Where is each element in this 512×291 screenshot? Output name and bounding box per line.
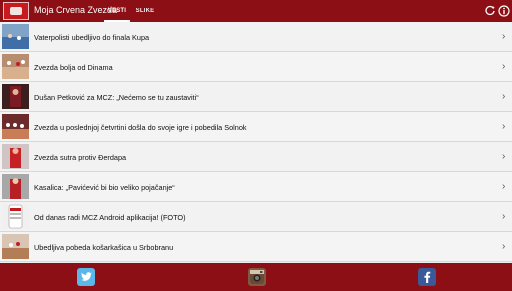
info-icon[interactable] bbox=[498, 5, 510, 17]
bottom-social-bar bbox=[0, 263, 512, 291]
news-thumbnail bbox=[2, 234, 29, 259]
tab-slike[interactable]: SLIKE bbox=[132, 0, 158, 22]
tab-vesti-label: VESTI bbox=[107, 8, 127, 14]
news-item[interactable]: Zvezda sutra protiv Đerdapa › bbox=[0, 142, 512, 172]
facebook-icon[interactable] bbox=[418, 268, 436, 286]
news-title: Zvezda u poslednjoj četvrtini došla do s… bbox=[34, 122, 247, 132]
news-thumbnail bbox=[2, 24, 29, 49]
instagram-icon[interactable] bbox=[248, 268, 266, 286]
news-title: Ubedljiva pobeda košarkašica u Srbobranu bbox=[34, 242, 174, 252]
news-thumbnail bbox=[2, 144, 29, 169]
tab-slike-label: SLIKE bbox=[135, 8, 155, 14]
news-title: Kasalica: „Pavićević bi bio veliko pojač… bbox=[34, 182, 175, 192]
news-item[interactable]: Od danas radi MCZ Android aplikacija! (F… bbox=[0, 202, 512, 232]
news-item[interactable]: Vaterpolisti ubedljivo do finala Kupa › bbox=[0, 22, 512, 52]
news-item[interactable]: Dušan Petković za MCZ: „Nećemo se tu zau… bbox=[0, 82, 512, 112]
chevron-right-icon: › bbox=[502, 151, 506, 162]
news-item[interactable]: Zvezda u poslednjoj četvrtini došla do s… bbox=[0, 112, 512, 142]
chevron-right-icon: › bbox=[502, 241, 506, 252]
news-thumbnail bbox=[2, 204, 29, 229]
news-thumbnail bbox=[2, 54, 29, 79]
news-thumbnail bbox=[2, 114, 29, 139]
chevron-right-icon: › bbox=[502, 121, 506, 132]
top-app-bar: Moja Crvena Zvezda VESTI SLIKE bbox=[0, 0, 512, 22]
app-logo-icon bbox=[3, 2, 29, 20]
news-list[interactable]: Vaterpolisti ubedljivo do finala Kupa › … bbox=[0, 22, 512, 263]
news-title: Dušan Petković za MCZ: „Nećemo se tu zau… bbox=[34, 92, 199, 102]
chevron-right-icon: › bbox=[502, 91, 506, 102]
news-thumbnail bbox=[2, 174, 29, 199]
news-thumbnail bbox=[2, 84, 29, 109]
chevron-right-icon: › bbox=[502, 181, 506, 192]
chevron-right-icon: › bbox=[502, 31, 506, 42]
news-title: Vaterpolisti ubedljivo do finala Kupa bbox=[34, 32, 150, 42]
news-item[interactable]: Kasalica: „Pavićević bi bio veliko pojač… bbox=[0, 172, 512, 202]
tab-vesti[interactable]: VESTI bbox=[104, 0, 130, 22]
twitter-icon[interactable] bbox=[77, 268, 95, 286]
chevron-right-icon: › bbox=[502, 61, 506, 72]
refresh-icon[interactable] bbox=[484, 5, 496, 17]
news-title: Zvezda sutra protiv Đerdapa bbox=[34, 152, 127, 162]
chevron-right-icon: › bbox=[502, 211, 506, 222]
news-title: Zvezda bolja od Dinama bbox=[34, 62, 113, 72]
news-item[interactable]: Zvezda bolja od Dinama › bbox=[0, 52, 512, 82]
news-title: Od danas radi MCZ Android aplikacija! (F… bbox=[34, 212, 186, 222]
news-item[interactable]: Ubedljiva pobeda košarkašica u Srbobranu… bbox=[0, 232, 512, 262]
